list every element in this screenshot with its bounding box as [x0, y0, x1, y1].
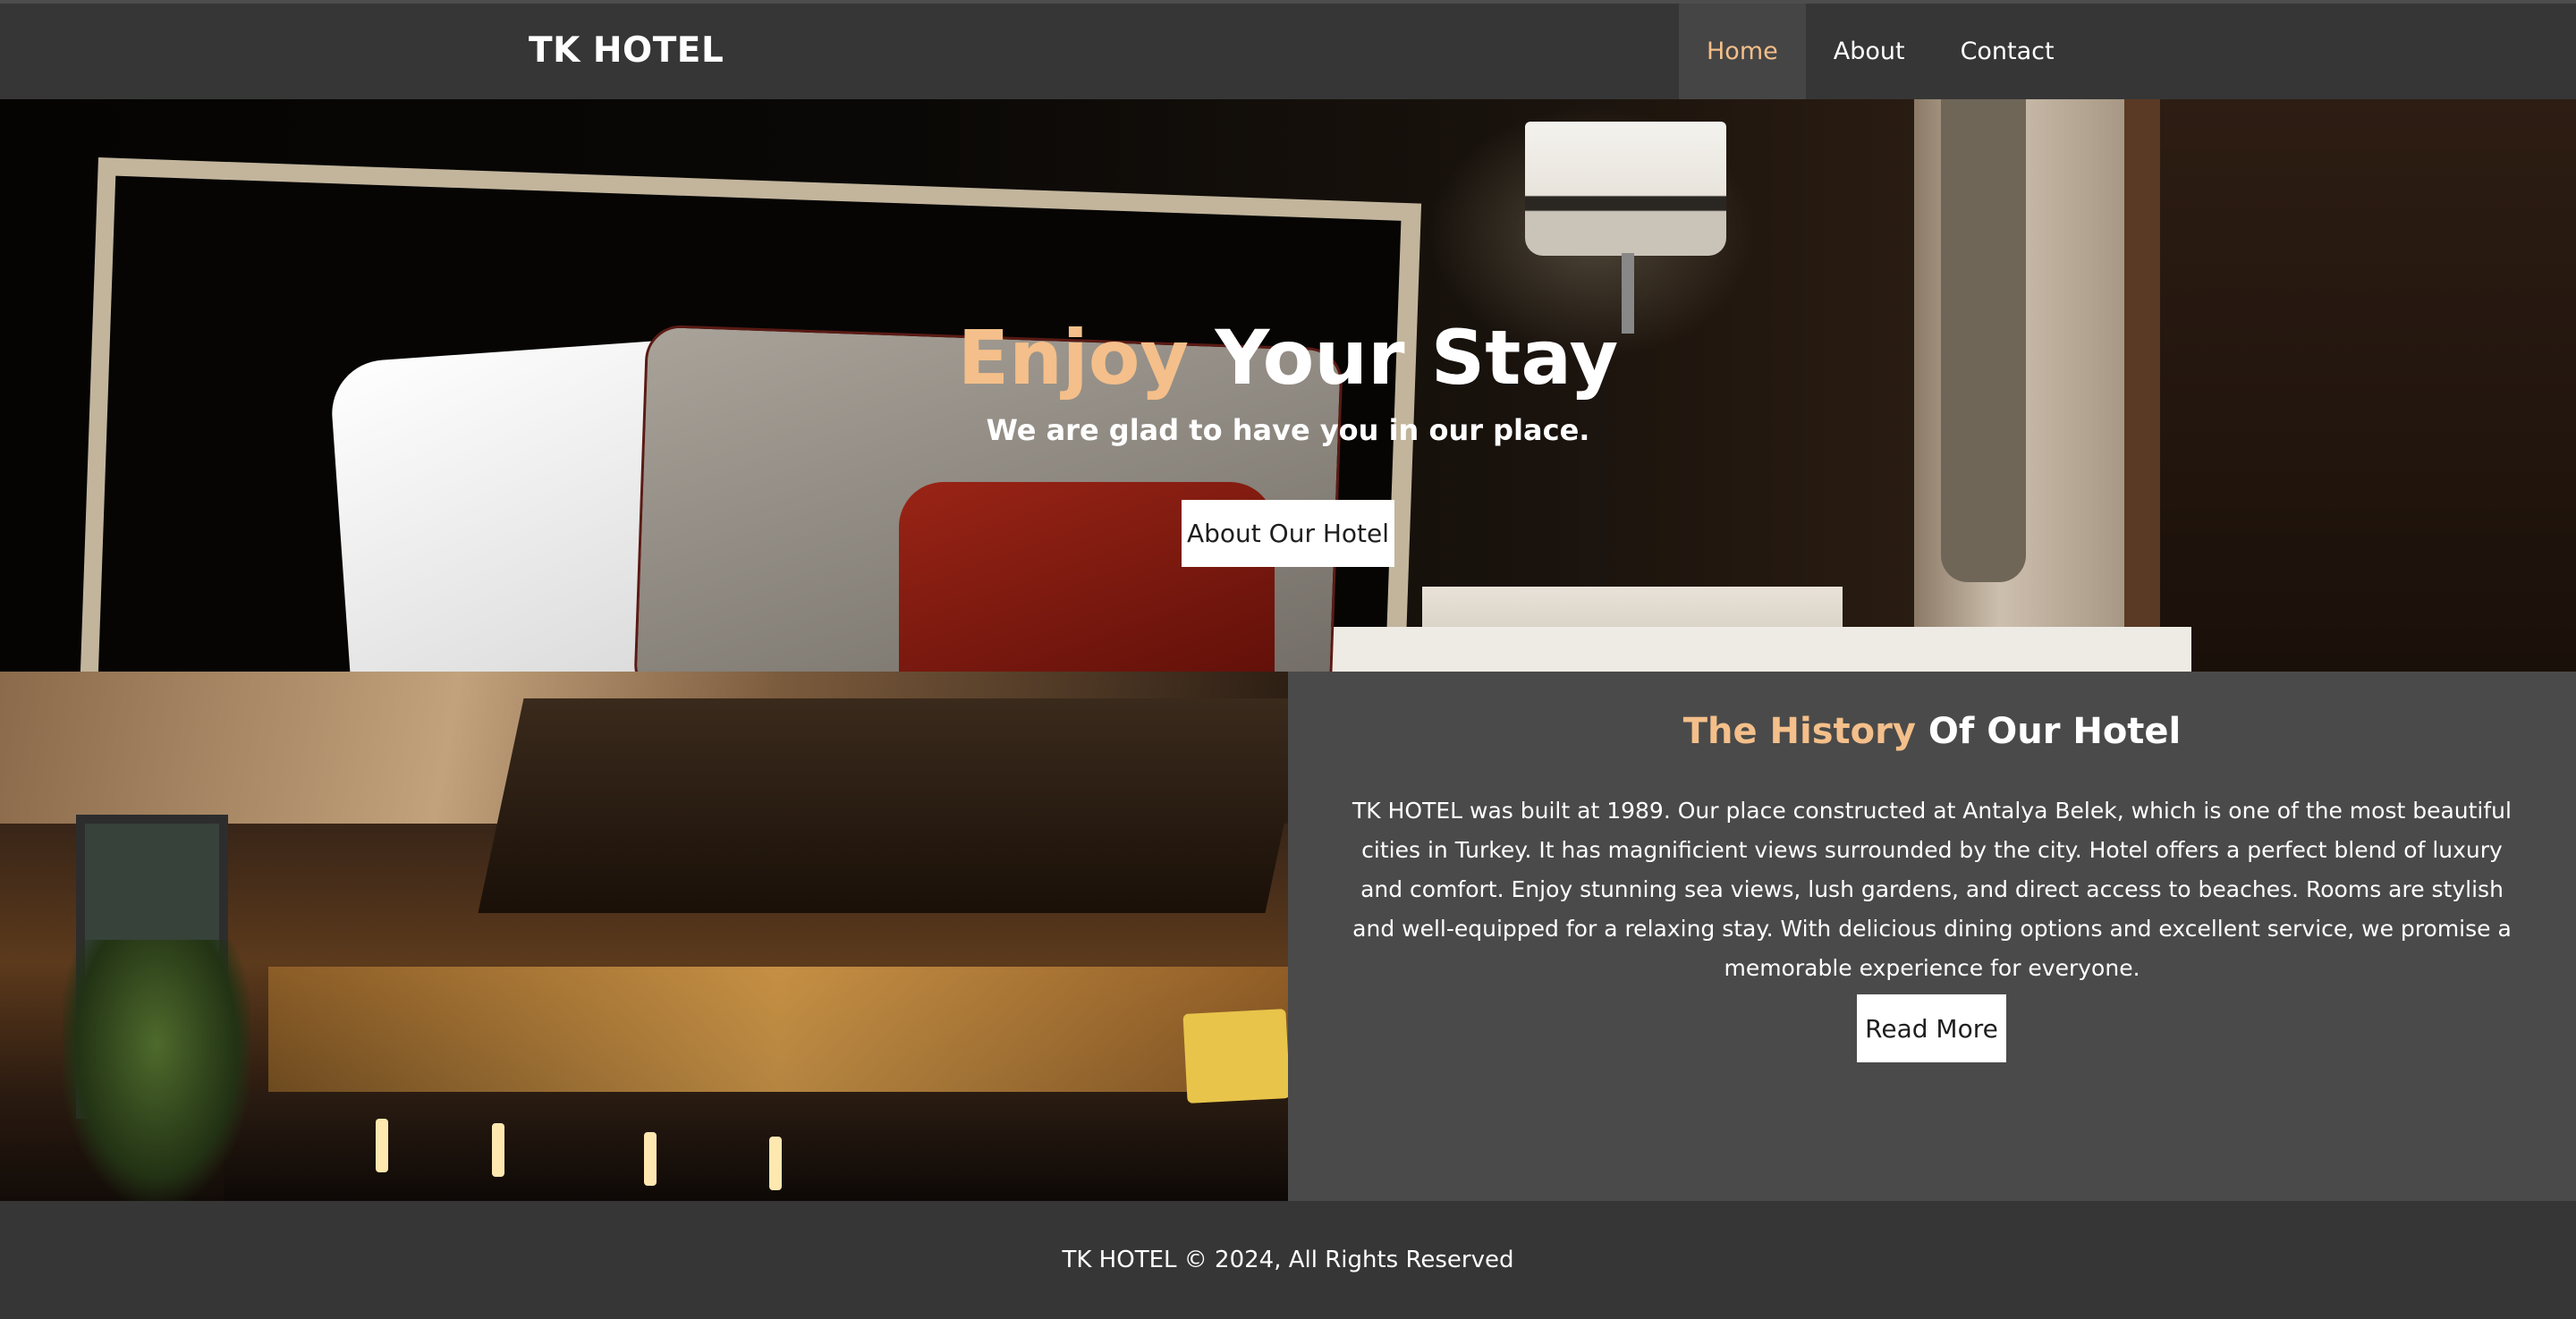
- about-our-hotel-button[interactable]: About Our Hotel: [1182, 500, 1394, 567]
- hero-section: Enjoy Your Stay We are glad to have you …: [0, 99, 2576, 672]
- hero-text: Enjoy Your Stay We are glad to have you …: [0, 318, 2576, 447]
- nav-link-about[interactable]: About: [1806, 4, 1933, 99]
- footer-copyright: TK HOTEL © 2024, All Rights Reserved: [1062, 1247, 1514, 1273]
- hero-title: Enjoy Your Stay: [0, 318, 2576, 397]
- hero-title-rest: Your Stay: [1189, 314, 1619, 402]
- history-title-rest: Of Our Hotel: [1915, 711, 2182, 752]
- navbar: TK HOTEL Home About Contact: [0, 0, 2576, 99]
- restaurant-bar-image: [0, 672, 1288, 1201]
- history-description: TK HOTEL was built at 1989. Our place co…: [1352, 798, 2512, 981]
- hero-subtitle: We are glad to have you in our place.: [986, 413, 1590, 448]
- history-title: The History Of Our Hotel: [1288, 711, 2576, 752]
- history-panel: The History Of Our Hotel TK HOTEL was bu…: [1288, 672, 2576, 1201]
- hero-title-accent: Enjoy: [957, 314, 1190, 402]
- nav-link-contact[interactable]: Contact: [1933, 4, 2082, 99]
- read-more-button[interactable]: Read More: [1857, 994, 2006, 1062]
- nav-menu: Home About Contact: [1679, 4, 2082, 99]
- history-title-accent: The History: [1682, 711, 1916, 752]
- brand-logo[interactable]: TK HOTEL: [529, 30, 724, 71]
- nav-link-home[interactable]: Home: [1679, 4, 1806, 99]
- footer: TK HOTEL © 2024, All Rights Reserved: [0, 1201, 2576, 1319]
- history-section: The History Of Our Hotel TK HOTEL was bu…: [0, 672, 2576, 1201]
